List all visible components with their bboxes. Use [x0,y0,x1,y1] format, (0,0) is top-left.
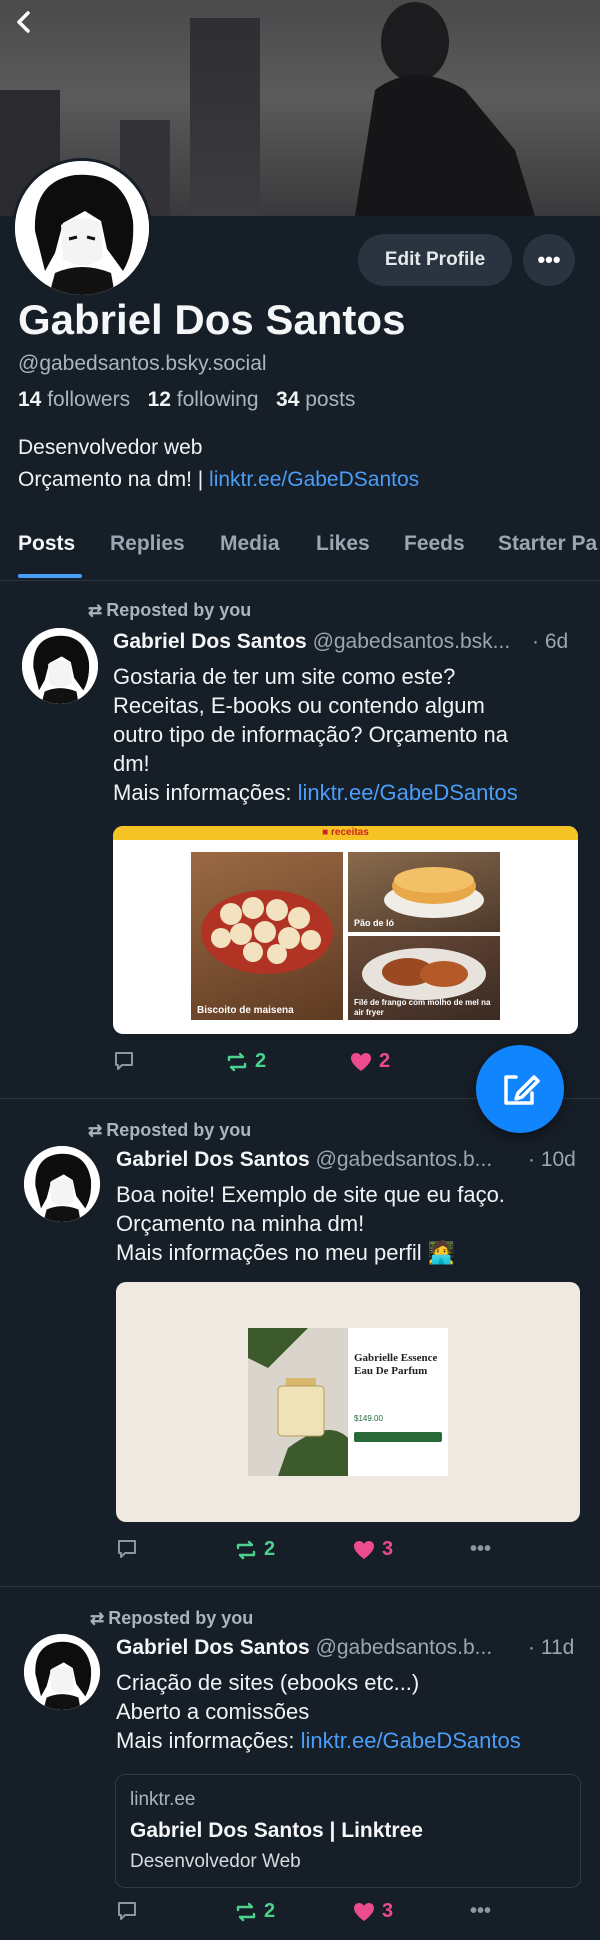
post-link[interactable]: linktr.ee/GabeDSantos [298,780,518,805]
profile-avatar[interactable] [12,158,152,298]
tab-replies[interactable]: Replies [110,532,185,556]
post-time[interactable]: · 10d [528,1148,576,1172]
bio-line: Desenvolvedor web [18,436,203,459]
post-text: Gostaria de ter um site como este? Recei… [113,664,518,805]
product-price: $149.00 [354,1414,383,1423]
repost-indicator: ⇄ Reposted by you [88,1120,252,1140]
post-avatar[interactable] [22,628,98,704]
like-button[interactable]: 2 [349,1050,390,1073]
recipe-card-title: Pão de ló [354,918,395,928]
banner-tower [190,18,260,216]
reply-button[interactable] [116,1538,138,1560]
recipe-card-title: Biscoito de maisena [197,1005,294,1016]
post-actions: 2 3 ••• [116,1900,516,1930]
repost-icon [236,1902,256,1921]
bio-line: Orçamento na dm! | linktr.ee/GabeDSantos [18,468,420,491]
following-link[interactable]: 12 following [148,388,259,411]
compose-icon [504,1075,540,1105]
buy-button [354,1432,442,1442]
reply-button[interactable] [113,1050,135,1072]
repost-icon [227,1052,247,1071]
post-text: Criação de sites (ebooks etc...) Aberto … [116,1670,521,1753]
heart-icon [351,1052,371,1071]
edit-profile-button[interactable]: Edit Profile [358,234,512,286]
link-card-description: Desenvolvedor Web [130,1851,301,1872]
post-avatar[interactable] [24,1634,100,1710]
repost-icon: ⇄ [88,601,103,620]
active-tab-indicator [18,574,82,578]
tab-media[interactable]: Media [220,532,280,556]
like-button[interactable]: 3 [352,1538,393,1561]
link-card-domain: linktr.ee [130,1789,196,1810]
post-more-button[interactable]: ••• [470,1538,491,1561]
post-divider [0,1586,600,1587]
post-time[interactable]: · 11d [528,1636,574,1660]
post-actions: 2 2 [113,1050,513,1080]
link-card-title: Gabriel Dos Santos | Linktree [130,1819,423,1842]
tab-posts[interactable]: Posts [18,532,75,556]
link-card[interactable]: linktr.ee Gabriel Dos Santos | Linktree … [115,1774,581,1888]
repost-indicator: ⇄ Reposted by you [90,1608,254,1628]
profile-stats: 14 followers 12 following 34 posts [18,388,355,412]
repost-icon [236,1540,256,1559]
profile-tabs: Posts Replies Media Likes Feeds Starter … [0,520,600,581]
repost-button[interactable]: 2 [225,1050,266,1073]
avatar-illustration [22,628,98,704]
repost-button[interactable]: 2 [234,1900,275,1923]
cookies-photo [201,890,333,974]
profile-handle: @gabedsantos.bsky.social [18,352,267,375]
more-options-button[interactable]: ••• [523,234,575,286]
posts-count: 34 posts [276,388,356,411]
site-header-bar: ■ receitas [113,826,578,840]
post-image[interactable]: ■ receitas Biscoito de maisena Pão de ló… [113,826,578,1034]
tab-likes[interactable]: Likes [316,532,370,556]
avatar-illustration [15,161,149,295]
post[interactable]: ⇄ Reposted by you Gabriel Dos Santos @gab… [0,580,600,1098]
like-button[interactable]: 3 [352,1900,393,1923]
post[interactable]: ⇄ Reposted by you Gabriel Dos Santos @gab… [0,1100,600,1586]
reply-button[interactable] [116,1900,138,1922]
reply-icon [118,1540,136,1558]
followers-link[interactable]: 14 followers [18,388,130,411]
perfume-photo [248,1328,348,1476]
reply-icon [118,1902,136,1920]
back-button[interactable] [10,8,38,38]
post-time[interactable]: · 6d [532,630,568,654]
heart-icon [354,1540,374,1559]
compose-button[interactable] [476,1045,564,1133]
post-actions: 2 3 ••• [116,1538,516,1568]
product-detail: Gabrielle Essence Eau De Parfum $149.00 [348,1328,448,1476]
product-photo [248,1328,348,1476]
repost-icon: ⇄ [90,1609,105,1628]
recipe-card-large: Biscoito de maisena [191,852,343,1020]
recipe-card: Pão de ló [348,852,500,932]
bio-link[interactable]: linktr.ee/GabeDSantos [209,468,419,491]
recipe-card-title: Filé de frango com molho de mel na air f… [354,998,491,1017]
tab-starter-packs[interactable]: Starter Pa [498,532,597,556]
repost-icon: ⇄ [88,1121,103,1140]
post-link[interactable]: linktr.ee/GabeDSantos [301,1728,521,1753]
repost-indicator: ⇄ Reposted by you [88,600,252,620]
post-text: Boa noite! Exemplo de site que eu faço. … [116,1182,505,1265]
reply-icon [115,1052,133,1070]
profile-bio: Desenvolvedor web Orçamento na dm! | lin… [18,432,419,496]
post-author[interactable]: Gabriel Dos Santos @gabedsantos.bsk... [113,630,531,654]
heart-icon [354,1902,374,1921]
post-avatar[interactable] [24,1146,100,1222]
banner-person [355,2,535,216]
post-author[interactable]: Gabriel Dos Santos @gabedsantos.b... [116,1148,518,1172]
post-image[interactable]: Gabrielle Essence Eau De Parfum $149.00 [116,1282,580,1522]
recipe-card: Filé de frango com molho de mel na air f… [348,936,500,1020]
tab-feeds[interactable]: Feeds [404,532,465,556]
repost-button[interactable]: 2 [234,1538,275,1561]
post-more-button[interactable]: ••• [470,1900,491,1923]
avatar-illustration [24,1634,100,1710]
profile-name: Gabriel Dos Santos [18,296,406,343]
post-author[interactable]: Gabriel Dos Santos @gabedsantos.b... [116,1636,518,1660]
chevron-left-icon [17,11,30,33]
avatar-illustration [24,1146,100,1222]
product-name: Gabrielle Essence Eau De Parfum [354,1352,438,1377]
